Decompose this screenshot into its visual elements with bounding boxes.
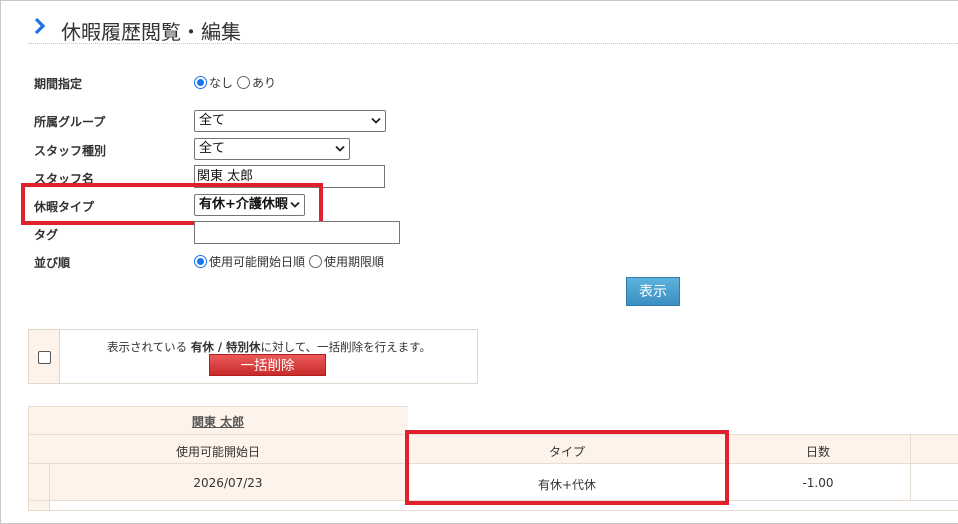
leave-type-select-value: 有休+介護休暇: [199, 197, 288, 212]
staff-link[interactable]: 関東 太郎: [28, 413, 408, 430]
bulk-delete-button[interactable]: 一括削除: [209, 354, 326, 376]
bulk-message: 表示されている 有休 / 特別休に対して、一括削除を行えます。: [60, 339, 478, 355]
sort-expiry-radio[interactable]: [309, 255, 323, 268]
group-select[interactable]: 全て: [194, 110, 386, 132]
column-header-days: 日数: [805, 445, 830, 459]
table-cell-start-date: 2026/07/23: [193, 476, 263, 490]
show-button[interactable]: 表示: [626, 277, 680, 306]
chevron-down-icon: [290, 201, 300, 208]
period-none-radio[interactable]: [194, 76, 207, 89]
bulk-check-cell: [29, 330, 60, 383]
header-divider: [910, 434, 911, 464]
row-divider-vertical: [910, 464, 911, 500]
sort-label: 並び順: [34, 256, 71, 270]
page-title: 休暇履歴閲覧・編集: [61, 20, 241, 44]
bulk-message-bold: 有休 / 特別休: [190, 340, 261, 354]
period-none-label: なし: [209, 76, 234, 90]
period-exists-label: あり: [252, 76, 277, 90]
column-header-start-date: 使用可能開始日: [175, 445, 260, 459]
sort-start-date-label: 使用可能開始日順: [209, 255, 306, 269]
sort-expiry-label: 使用期限順: [324, 255, 385, 269]
leave-type-select[interactable]: 有休+介護休暇: [194, 194, 305, 216]
group-select-value: 全て: [199, 113, 226, 128]
staff-type-select[interactable]: 全て: [194, 138, 350, 160]
staff-type-select-value: 全て: [199, 141, 226, 156]
tag-label: タグ: [34, 228, 59, 242]
period-label: 期間指定: [34, 77, 83, 91]
tag-input[interactable]: [194, 221, 400, 244]
title-bar: 休暇履歴閲覧・編集: [28, 12, 958, 44]
chevron-down-icon: [335, 145, 345, 152]
leave-type-label: 休暇タイプ: [34, 200, 95, 214]
row-divider: [28, 510, 958, 511]
table-cell-days: -1.00: [802, 476, 834, 490]
sort-start-date-radio[interactable]: [194, 255, 207, 268]
chevron-right-icon: [34, 17, 46, 35]
sort-radio-group: 使用可能開始日順 使用期限順: [194, 253, 388, 270]
bulk-select-checkbox[interactable]: [38, 351, 51, 364]
bulk-message-suffix: に対して、一括削除を行えます。: [260, 340, 431, 354]
group-label: 所属グループ: [34, 115, 106, 129]
period-radio-group: なし あり: [194, 74, 280, 91]
staff-type-label: スタッフ種別: [34, 144, 107, 158]
bulk-message-prefix: 表示されている: [107, 340, 191, 354]
type-column-highlight: [405, 430, 729, 505]
period-exists-radio[interactable]: [237, 76, 251, 89]
chevron-down-icon: [371, 117, 381, 124]
